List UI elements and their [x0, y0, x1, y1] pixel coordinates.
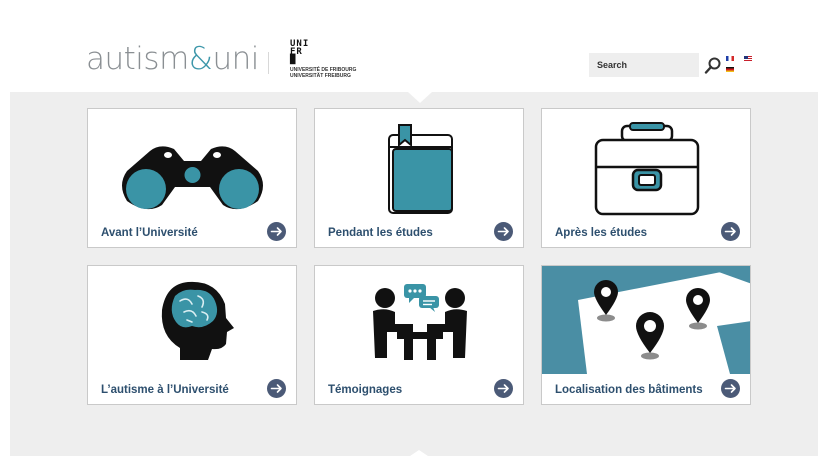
- site-header: autism&uni UNI FR █ UNIVERSITÉ DE FRIBOU…: [0, 0, 818, 92]
- panel-notch-bottom: [410, 450, 428, 456]
- brain-head-icon: [161, 281, 234, 360]
- tile-label: Pendant les études: [328, 227, 433, 239]
- language-de-flag-icon[interactable]: [726, 67, 734, 72]
- binoculars-icon: [122, 146, 263, 210]
- search-icon[interactable]: [704, 57, 721, 74]
- tile-localisation-batiments[interactable]: Localisation des bâtiments: [541, 265, 751, 405]
- arrow-right-icon[interactable]: [721, 222, 740, 241]
- autism-uni-logo[interactable]: autism&uni: [86, 44, 259, 75]
- tile-label: L’autisme à l’Université: [101, 384, 229, 396]
- logo-suffix: uni: [212, 41, 259, 77]
- tile-apres-les-etudes[interactable]: Après les études: [541, 108, 751, 248]
- tile-label: Localisation des bâtiments: [555, 384, 703, 396]
- briefcase-icon: [594, 122, 700, 216]
- logo-ampersand: &: [188, 41, 213, 77]
- unifr-logo[interactable]: UNI FR █ UNIVERSITÉ DE FRIBOURG UNIVERSI…: [290, 39, 356, 80]
- logo-divider: [268, 52, 269, 74]
- tile-temoignages[interactable]: Témoignages: [314, 265, 524, 405]
- tile-label: Avant l’Université: [101, 227, 198, 239]
- book-icon: [388, 124, 453, 214]
- arrow-right-icon[interactable]: [494, 379, 513, 398]
- conversation-icon: [373, 284, 467, 360]
- tile-avant-universite[interactable]: Avant l’Université: [87, 108, 297, 248]
- arrow-right-icon[interactable]: [494, 222, 513, 241]
- arrow-right-icon[interactable]: [267, 222, 286, 241]
- language-en-flag-icon[interactable]: [744, 56, 752, 61]
- tile-label: Témoignages: [328, 384, 403, 396]
- arrow-right-icon[interactable]: [721, 379, 740, 398]
- unifr-caption-de: UNIVERSITÄT FREIBURG: [290, 73, 351, 79]
- panel-notch: [408, 92, 432, 103]
- search-input[interactable]: Search: [589, 53, 699, 77]
- language-fr-flag-icon[interactable]: [726, 56, 734, 61]
- tile-pendant-les-etudes[interactable]: Pendant les études: [314, 108, 524, 248]
- unifr-mark: UNI FR █: [290, 39, 310, 65]
- tile-autisme-universite[interactable]: L’autisme à l’Université: [87, 265, 297, 405]
- arrow-right-icon[interactable]: [267, 379, 286, 398]
- unifr-caption: UNIVERSITÉ DE FRIBOURG UNIVERSITÄT FREIB…: [290, 67, 356, 79]
- tile-label: Après les études: [555, 227, 648, 239]
- logo-prefix: autism: [86, 41, 189, 77]
